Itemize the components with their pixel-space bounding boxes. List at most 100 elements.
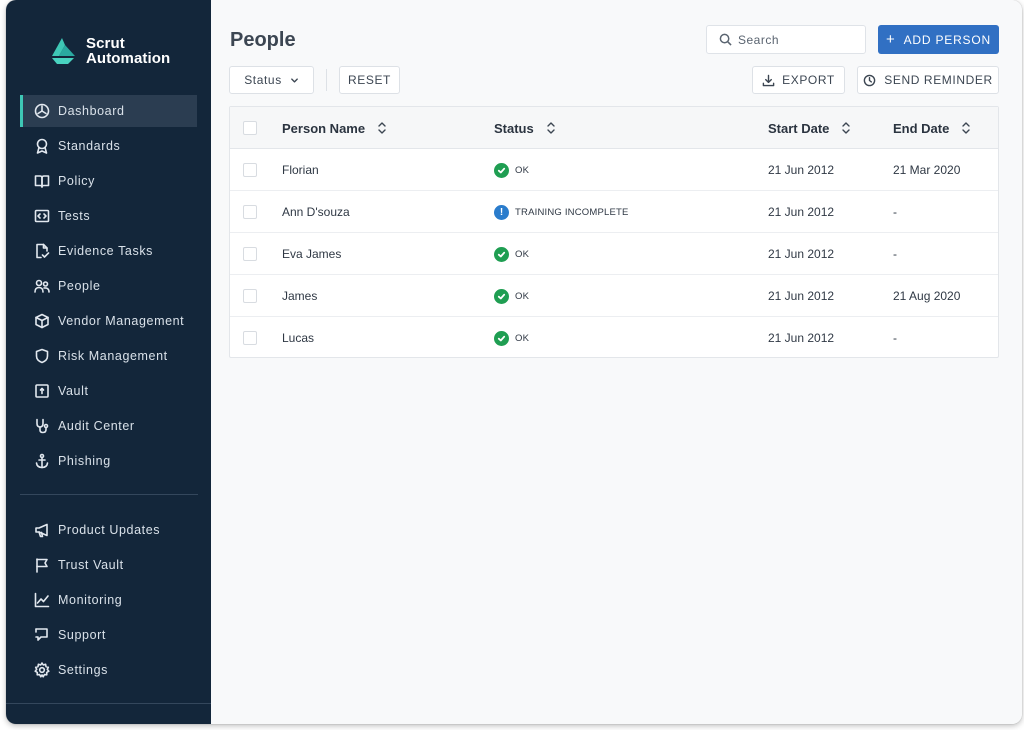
start-date: 21 Jun 2012 <box>768 247 835 261</box>
download-icon <box>762 74 775 86</box>
page-title: People <box>230 29 296 51</box>
column-header-status[interactable]: Status <box>494 107 556 149</box>
column-label: End Date <box>893 120 950 136</box>
app-window: Scrut Automation Dashboard Standards Pol… <box>6 0 1022 724</box>
status-badge: OK <box>494 233 529 275</box>
check-circle-icon <box>494 246 509 262</box>
table-row[interactable]: Lucas OK 21 Jun 2012 - <box>230 317 998 359</box>
sidebar-item-trust-vault[interactable]: Trust Vault <box>6 549 211 581</box>
person-name: Ann D'souza <box>282 205 350 219</box>
dashboard-icon <box>34 103 50 119</box>
row-checkbox[interactable] <box>243 247 257 261</box>
sidebar-item-phishing[interactable]: Phishing <box>6 445 211 477</box>
export-label: EXPORT <box>782 73 835 87</box>
table-row[interactable]: Florian OK 21 Jun 2012 21 Mar 2020 <box>230 149 998 191</box>
reset-button[interactable]: RESET <box>339 66 400 94</box>
column-header-end-date[interactable]: End Date <box>893 107 971 149</box>
add-person-button[interactable]: + ADD PERSON <box>878 25 999 54</box>
logo-line-1: Scrut <box>86 35 125 52</box>
row-checkbox[interactable] <box>243 163 257 177</box>
person-name: Eva James <box>282 247 342 261</box>
alert-circle-icon: ! <box>494 204 509 220</box>
sidebar-item-label: Standards <box>58 139 121 153</box>
send-reminder-button[interactable]: SEND REMINDER <box>857 66 999 94</box>
people-icon <box>34 278 50 294</box>
vault-icon <box>34 383 50 399</box>
sidebar-item-support[interactable]: Support <box>6 619 211 651</box>
sort-icon <box>841 121 851 135</box>
chevron-down-icon <box>290 77 298 83</box>
select-all-checkbox[interactable] <box>243 121 257 135</box>
sidebar-item-label: Dashboard <box>58 104 125 118</box>
status-badge: OK <box>494 149 529 191</box>
status-text: OK <box>515 164 530 176</box>
book-icon <box>34 173 50 189</box>
anchor-icon <box>34 453 50 469</box>
sidebar-item-evidence-tasks[interactable]: Evidence Tasks <box>6 235 211 267</box>
start-date: 21 Jun 2012 <box>768 331 835 345</box>
column-label: Start Date <box>768 120 830 136</box>
sort-icon <box>961 121 971 135</box>
logo[interactable]: Scrut Automation <box>48 36 170 66</box>
status-text: TRAINING INCOMPLETE <box>515 206 629 218</box>
table-row[interactable]: James OK 21 Jun 2012 21 Aug 2020 <box>230 275 998 317</box>
export-button[interactable]: EXPORT <box>752 66 845 94</box>
sidebar-item-label: Vendor Management <box>58 314 185 328</box>
sidebar-footer-divider <box>6 703 211 704</box>
column-header-start-date[interactable]: Start Date <box>768 107 851 149</box>
sidebar-item-label: People <box>58 279 101 293</box>
sidebar-item-standards[interactable]: Standards <box>6 130 211 162</box>
reset-label: RESET <box>347 73 391 87</box>
search-placeholder: Search <box>738 32 780 47</box>
start-date: 21 Jun 2012 <box>768 205 835 219</box>
row-checkbox[interactable] <box>243 289 257 303</box>
status-text: OK <box>515 290 530 302</box>
clock-icon <box>863 74 876 86</box>
table-header: Person Name Status Start Date End Date <box>230 107 998 149</box>
sidebar-item-tests[interactable]: Tests <box>6 200 211 232</box>
send-reminder-label: SEND REMINDER <box>884 73 993 87</box>
status-filter-dropdown[interactable]: Status <box>229 66 314 94</box>
table-row[interactable]: Ann D'souza ! TRAINING INCOMPLETE 21 Jun… <box>230 191 998 233</box>
end-date: - <box>893 205 897 219</box>
sort-icon <box>377 121 387 135</box>
main-content: People Search + ADD PERSON Status RESET … <box>211 0 1022 724</box>
sidebar-item-vault[interactable]: Vault <box>6 375 211 407</box>
support-icon <box>34 627 50 643</box>
gear-icon <box>34 662 50 678</box>
status-badge: ! TRAINING INCOMPLETE <box>494 191 629 233</box>
end-date: - <box>893 331 897 345</box>
row-checkbox[interactable] <box>243 205 257 219</box>
shield-icon <box>34 348 50 364</box>
logo-text: Scrut Automation <box>86 36 170 66</box>
sidebar-item-monitoring[interactable]: Monitoring <box>6 584 211 616</box>
sidebar-item-settings[interactable]: Settings <box>6 654 211 686</box>
check-circle-icon <box>494 162 509 178</box>
sidebar-item-people[interactable]: People <box>6 270 211 302</box>
sidebar-item-label: Policy <box>58 174 95 188</box>
sidebar-item-audit-center[interactable]: Audit Center <box>6 410 211 442</box>
sidebar-item-label: Monitoring <box>58 593 123 607</box>
sidebar-item-risk-management[interactable]: Risk Management <box>6 340 211 372</box>
person-name: Lucas <box>282 331 315 345</box>
end-date: - <box>893 247 897 261</box>
person-name: Florian <box>282 163 319 177</box>
start-date: 21 Jun 2012 <box>768 289 835 303</box>
sidebar-item-policy[interactable]: Policy <box>6 165 211 197</box>
status-text: OK <box>515 332 530 344</box>
row-checkbox[interactable] <box>243 331 257 345</box>
sidebar-item-label: Audit Center <box>58 419 135 433</box>
column-header-person-name[interactable]: Person Name <box>282 107 387 149</box>
sidebar-item-dashboard[interactable]: Dashboard <box>20 95 197 127</box>
status-badge: OK <box>494 275 529 317</box>
sort-icon <box>546 121 556 135</box>
person-name: James <box>282 289 318 303</box>
sidebar-item-vendor-management[interactable]: Vendor Management <box>6 305 211 337</box>
column-label: Status <box>494 120 534 136</box>
sidebar-nav: Dashboard Standards Policy Tests Evidenc… <box>6 95 211 480</box>
table-row[interactable]: Eva James OK 21 Jun 2012 - <box>230 233 998 275</box>
sidebar-item-product-updates[interactable]: Product Updates <box>6 514 211 546</box>
sidebar-item-label: Tests <box>58 209 91 223</box>
file-check-icon <box>34 243 50 259</box>
search-input[interactable]: Search <box>706 25 866 54</box>
